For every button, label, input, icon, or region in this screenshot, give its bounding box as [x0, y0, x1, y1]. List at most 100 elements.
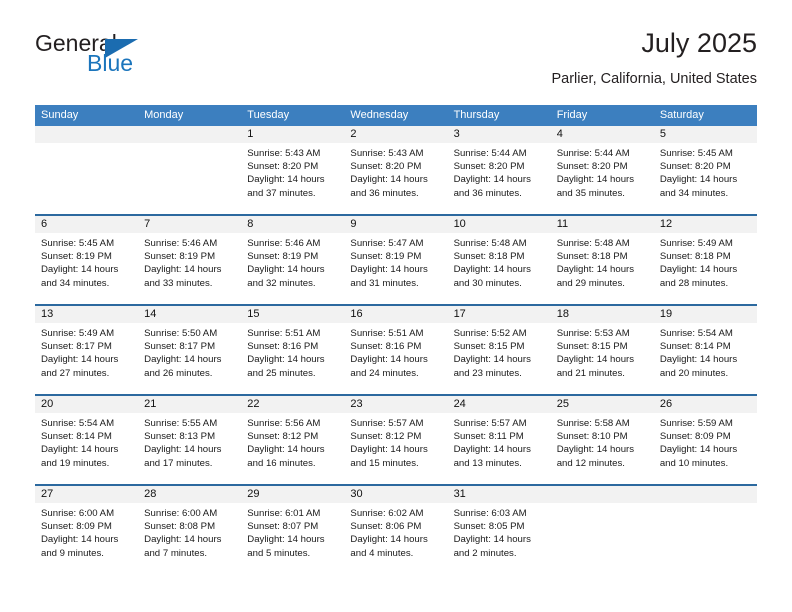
sunset-text: Sunset: 8:11 PM	[453, 431, 524, 443]
day-cell[interactable]: 17 Sunrise: 5:52 AM Sunset: 8:15 PM Dayl…	[447, 306, 551, 394]
daylight-text-line1: Daylight: 14 hours	[453, 534, 531, 546]
day-cell[interactable]: 28 Sunrise: 6:00 AM Sunset: 8:08 PM Dayl…	[138, 486, 242, 576]
day-cell[interactable]: 31 Sunrise: 6:03 AM Sunset: 8:05 PM Dayl…	[447, 486, 551, 576]
sunset-text: Sunset: 8:20 PM	[453, 161, 525, 173]
day-cell[interactable]: 12 Sunrise: 5:49 AM Sunset: 8:18 PM Dayl…	[653, 216, 757, 304]
day-number: 24	[447, 396, 551, 413]
sunrise-text: Sunrise: 5:45 AM	[659, 148, 733, 159]
weekday-header-saturday: Saturday	[659, 109, 704, 121]
week-row: 27 Sunrise: 6:00 AM Sunset: 8:09 PM Dayl…	[35, 486, 757, 576]
day-number: 13	[35, 306, 139, 323]
daylight-text-line2: and 30 minutes.	[453, 277, 522, 289]
day-cell[interactable]: 5 Sunrise: 5:45 AM Sunset: 8:20 PM Dayli…	[653, 126, 757, 214]
day-cell[interactable]: 29 Sunrise: 6:01 AM Sunset: 8:07 PM Dayl…	[241, 486, 345, 576]
day-cell[interactable]: 13 Sunrise: 5:49 AM Sunset: 8:17 PM Dayl…	[35, 306, 139, 394]
daylight-text-line1: Daylight: 14 hours	[144, 444, 222, 456]
daylight-text-line1: Daylight: 14 hours	[350, 534, 428, 546]
day-cell[interactable]: 24 Sunrise: 5:57 AM Sunset: 8:11 PM Dayl…	[447, 396, 551, 484]
day-details: Sunrise: 5:52 AM Sunset: 8:15 PM Dayligh…	[448, 323, 551, 380]
day-cell[interactable]: 25 Sunrise: 5:58 AM Sunset: 8:10 PM Dayl…	[550, 396, 654, 484]
sunrise-text: Sunrise: 5:50 AM	[144, 328, 218, 339]
day-details: Sunrise: 5:46 AM Sunset: 8:19 PM Dayligh…	[241, 233, 344, 290]
day-cell[interactable]	[138, 126, 242, 214]
daylight-text-line1: Daylight: 14 hours	[247, 174, 325, 186]
sunrise-text: Sunrise: 5:51 AM	[247, 328, 321, 339]
day-cell[interactable]	[35, 126, 139, 214]
day-cell[interactable]: 26 Sunrise: 5:59 AM Sunset: 8:09 PM Dayl…	[653, 396, 757, 484]
day-cell[interactable]: 27 Sunrise: 6:00 AM Sunset: 8:09 PM Dayl…	[35, 486, 139, 576]
daylight-text-line2: and 28 minutes.	[659, 277, 729, 289]
logo-text-blue: Blue	[87, 50, 134, 76]
sunset-text: Sunset: 8:12 PM	[350, 431, 422, 443]
day-cell[interactable]: 8 Sunrise: 5:46 AM Sunset: 8:19 PM Dayli…	[241, 216, 345, 304]
day-cell[interactable]: 6 Sunrise: 5:45 AM Sunset: 8:19 PM Dayli…	[35, 216, 139, 304]
day-cell[interactable]: 23 Sunrise: 5:57 AM Sunset: 8:12 PM Dayl…	[344, 396, 448, 484]
day-cell[interactable]	[550, 486, 654, 576]
daylight-text-line1: Daylight: 14 hours	[659, 444, 738, 456]
day-cell[interactable]: 9 Sunrise: 5:47 AM Sunset: 8:19 PM Dayli…	[344, 216, 448, 304]
day-cell[interactable]: 22 Sunrise: 5:56 AM Sunset: 8:12 PM Dayl…	[241, 396, 345, 484]
day-number: 23	[344, 396, 448, 413]
daylight-text-line1: Daylight: 14 hours	[659, 264, 738, 276]
sunset-text: Sunset: 8:19 PM	[144, 251, 216, 263]
week-row: 20 Sunrise: 5:54 AM Sunset: 8:14 PM Dayl…	[35, 396, 757, 486]
sunset-text: Sunset: 8:06 PM	[350, 521, 422, 533]
day-cell[interactable]: 16 Sunrise: 5:51 AM Sunset: 8:16 PM Dayl…	[344, 306, 448, 394]
day-cell[interactable]	[653, 486, 757, 576]
sunset-text: Sunset: 8:17 PM	[41, 341, 112, 353]
day-cell[interactable]: 1 Sunrise: 5:43 AM Sunset: 8:20 PM Dayli…	[241, 126, 345, 214]
daylight-text-line1: Daylight: 14 hours	[41, 354, 119, 366]
weekday-header-wednesday: Wednesday	[350, 109, 409, 121]
day-cell[interactable]: 30 Sunrise: 6:02 AM Sunset: 8:06 PM Dayl…	[344, 486, 448, 576]
day-cell[interactable]: 11 Sunrise: 5:48 AM Sunset: 8:18 PM Dayl…	[550, 216, 654, 304]
sunset-text: Sunset: 8:07 PM	[247, 521, 319, 533]
sunrise-text: Sunrise: 6:00 AM	[41, 508, 115, 519]
day-cell[interactable]: 14 Sunrise: 5:50 AM Sunset: 8:17 PM Dayl…	[138, 306, 242, 394]
sunrise-text: Sunrise: 5:56 AM	[247, 418, 321, 429]
day-cell[interactable]: 20 Sunrise: 5:54 AM Sunset: 8:14 PM Dayl…	[35, 396, 139, 484]
sunrise-text: Sunrise: 5:48 AM	[556, 238, 630, 249]
day-number: 2	[344, 126, 448, 143]
day-cell[interactable]: 18 Sunrise: 5:53 AM Sunset: 8:15 PM Dayl…	[550, 306, 654, 394]
sunset-text: Sunset: 8:09 PM	[659, 431, 731, 443]
sunset-text: Sunset: 8:18 PM	[659, 251, 731, 263]
daylight-text-line2: and 29 minutes.	[556, 277, 625, 289]
daylight-text-line2: and 21 minutes.	[556, 367, 625, 379]
day-cell[interactable]: 19 Sunrise: 5:54 AM Sunset: 8:14 PM Dayl…	[653, 306, 757, 394]
weekday-header-sunday: Sunday	[41, 109, 79, 121]
daylight-text-line1: Daylight: 14 hours	[556, 354, 635, 366]
daylight-text-line2: and 4 minutes.	[350, 547, 414, 559]
day-number: 22	[241, 396, 345, 413]
daylight-text-line1: Daylight: 14 hours	[556, 174, 635, 186]
day-number: 1	[241, 126, 345, 143]
day-number: 26	[653, 396, 757, 413]
day-cell[interactable]: 10 Sunrise: 5:48 AM Sunset: 8:18 PM Dayl…	[447, 216, 551, 304]
daylight-text-line2: and 10 minutes.	[659, 457, 729, 469]
day-details: Sunrise: 5:54 AM Sunset: 8:14 PM Dayligh…	[35, 413, 138, 470]
day-details: Sunrise: 5:59 AM Sunset: 8:09 PM Dayligh…	[654, 413, 757, 470]
day-details: Sunrise: 5:53 AM Sunset: 8:15 PM Dayligh…	[551, 323, 654, 380]
day-details: Sunrise: 5:48 AM Sunset: 8:18 PM Dayligh…	[448, 233, 551, 290]
daylight-text-line2: and 34 minutes.	[41, 277, 110, 289]
daylight-text-line2: and 35 minutes.	[556, 187, 625, 199]
day-cell[interactable]: 15 Sunrise: 5:51 AM Sunset: 8:16 PM Dayl…	[241, 306, 345, 394]
day-cell[interactable]: 21 Sunrise: 5:55 AM Sunset: 8:13 PM Dayl…	[138, 396, 242, 484]
daylight-text-line1: Daylight: 14 hours	[247, 264, 325, 276]
daylight-text-line2: and 13 minutes.	[453, 457, 522, 469]
day-cell[interactable]: 4 Sunrise: 5:44 AM Sunset: 8:20 PM Dayli…	[550, 126, 654, 214]
weekday-header-tuesday: Tuesday	[247, 109, 290, 121]
day-cell[interactable]: 7 Sunrise: 5:46 AM Sunset: 8:19 PM Dayli…	[138, 216, 242, 304]
day-number	[138, 126, 242, 143]
page-title: July 2025	[641, 28, 757, 58]
day-details: Sunrise: 5:51 AM Sunset: 8:16 PM Dayligh…	[241, 323, 344, 380]
day-cell[interactable]: 3 Sunrise: 5:44 AM Sunset: 8:20 PM Dayli…	[447, 126, 551, 214]
day-number: 18	[550, 306, 654, 323]
day-cell[interactable]: 2 Sunrise: 5:43 AM Sunset: 8:20 PM Dayli…	[344, 126, 448, 214]
daylight-text-line2: and 20 minutes.	[659, 367, 729, 379]
daylight-text-line2: and 25 minutes.	[247, 367, 316, 379]
day-details: Sunrise: 5:50 AM Sunset: 8:17 PM Dayligh…	[138, 323, 241, 380]
daylight-text-line1: Daylight: 14 hours	[144, 264, 222, 276]
sunrise-text: Sunrise: 6:03 AM	[453, 508, 527, 519]
day-details: Sunrise: 5:57 AM Sunset: 8:12 PM Dayligh…	[344, 413, 447, 470]
day-details: Sunrise: 5:45 AM Sunset: 8:20 PM Dayligh…	[654, 143, 757, 200]
